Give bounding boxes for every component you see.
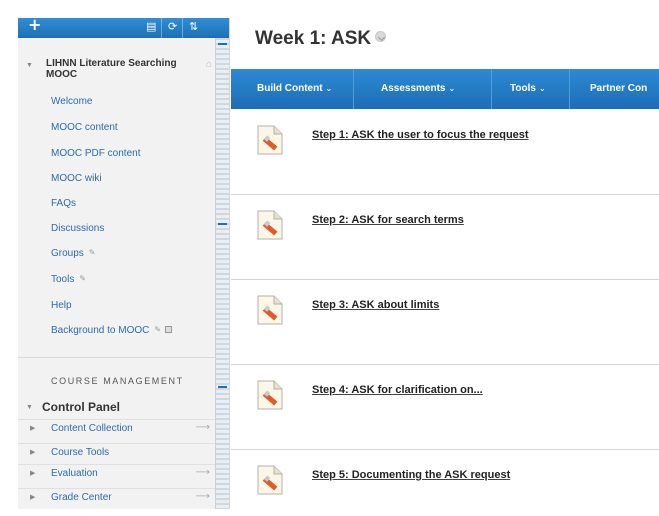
control-panel-item-evaluation[interactable]: ▶ Evaluation ⟶ xyxy=(18,464,216,482)
content-item: Step 1: ASK the user to focus the reques… xyxy=(231,110,659,195)
sidebar-item-label: Groups xyxy=(51,248,84,259)
content-item: Step 5: Documenting the ASK request xyxy=(231,450,659,509)
control-panel-header[interactable]: ▼ Control Panel xyxy=(26,400,216,416)
content-item-link[interactable]: Step 3: ASK about limits xyxy=(312,299,439,311)
chevron-down-icon: ⌄ xyxy=(325,84,333,93)
go-arrow-icon[interactable]: ⟶ xyxy=(196,491,210,502)
action-button-label: Partner Con xyxy=(590,83,648,94)
sidebar-item-label: Background to MOOC xyxy=(51,325,150,336)
course-management-heading: COURSE MANAGEMENT xyxy=(51,376,184,386)
document-icon xyxy=(257,210,283,240)
go-arrow-icon[interactable]: ⟶ xyxy=(196,422,210,433)
sidebar-item-label: Tools xyxy=(51,274,75,285)
document-icon xyxy=(257,125,283,155)
sidebar-item-faqs[interactable]: FAQs xyxy=(51,198,76,209)
control-panel-item-label: Content Collection xyxy=(51,423,133,434)
sidebar-item-label: MOOC wiki xyxy=(51,173,102,184)
sidebar-item-help[interactable]: Help xyxy=(51,300,72,311)
control-panel-item-grade-center[interactable]: ▶ Grade Center ⟶ xyxy=(18,488,216,506)
control-panel-item-label: Grade Center xyxy=(51,492,112,503)
go-arrow-icon[interactable]: ⟶ xyxy=(196,467,210,478)
control-panel-label: Control Panel xyxy=(42,400,121,414)
sidebar-item-label: Discussions xyxy=(51,223,105,234)
expand-arrow-icon[interactable]: ▶ xyxy=(30,448,35,456)
sidebar-item-label: Welcome xyxy=(51,96,93,107)
collapse-arrow-icon[interactable]: ▼ xyxy=(26,60,33,71)
refresh-icon[interactable]: ⟳ xyxy=(168,20,177,33)
home-icon: ⌂ xyxy=(205,59,212,70)
content-area: Week 1: ASK Build Content ⌄ Assessments ⌄ … xyxy=(231,18,659,509)
menu-icon[interactable]: ▤ xyxy=(146,20,156,33)
collapse-arrow-icon[interactable]: ▼ xyxy=(26,404,33,411)
course-title[interactable]: ▼ LIHNN Literature Searching MOOC ⌂ xyxy=(26,58,212,80)
content-item-link[interactable]: Step 5: Documenting the ASK request xyxy=(312,469,510,481)
action-bar: Build Content ⌄ Assessments ⌄ Tools ⌄ Partn… xyxy=(231,69,659,109)
sidebar-item-label: MOOC PDF content xyxy=(51,148,141,159)
page-title-text: Week 1: ASK xyxy=(255,28,372,49)
sidebar-resize-handle[interactable] xyxy=(215,38,229,509)
build-content-button[interactable]: Build Content ⌄ xyxy=(257,69,332,109)
course-menu-sidebar: + ▤ ⟳ ⇅ ▼ LIHNN Literature Searching MOO… xyxy=(18,18,230,509)
content-item: Step 3: ASK about limits xyxy=(231,280,659,365)
course-title-label: LIHNN Literature Searching MOOC xyxy=(46,58,177,80)
sort-icon[interactable]: ⇅ xyxy=(189,20,198,33)
sidebar-item-label: Help xyxy=(51,300,72,311)
square-icon xyxy=(165,326,173,333)
content-item-link[interactable]: Step 1: ASK the user to focus the reques… xyxy=(312,129,529,141)
control-panel-item-course-tools[interactable]: ▶ Course Tools xyxy=(18,443,216,461)
control-panel-item-label: Course Tools xyxy=(51,447,110,458)
sidebar-item-groups[interactable]: Groups ✎ xyxy=(51,248,96,259)
hidden-from-students-icon: ✎ xyxy=(154,325,162,334)
control-panel-item-content-collection[interactable]: ▶ Content Collection ⟶ xyxy=(18,419,216,437)
sidebar-item-mooc-wiki[interactable]: MOOC wiki xyxy=(51,173,102,184)
hidden-from-students-icon: ✎ xyxy=(79,274,87,283)
control-panel-item-label: Evaluation xyxy=(51,468,98,479)
content-item: Step 4: ASK for clarification on... xyxy=(231,365,659,450)
chevron-down-icon: ⌄ xyxy=(448,84,456,93)
document-icon xyxy=(257,465,283,495)
action-button-label: Tools xyxy=(510,83,536,94)
action-button-label: Assessments xyxy=(381,83,446,94)
sidebar-item-tools[interactable]: Tools ✎ xyxy=(51,274,86,285)
expand-arrow-icon[interactable]: ▶ xyxy=(30,493,35,501)
document-icon xyxy=(257,380,283,410)
plus-icon[interactable]: + xyxy=(28,18,41,34)
sidebar-toolbar: + ▤ ⟳ ⇅ xyxy=(18,18,229,38)
sidebar-item-mooc-pdf-content[interactable]: MOOC PDF content xyxy=(51,148,140,159)
sidebar-item-label: MOOC content xyxy=(51,122,118,133)
hidden-from-students-icon: ✎ xyxy=(88,248,96,257)
options-menu-icon[interactable] xyxy=(375,31,387,42)
content-item-link[interactable]: Step 2: ASK for search terms xyxy=(312,214,464,226)
content-item: Step 2: ASK for search terms xyxy=(231,195,659,280)
expand-arrow-icon[interactable]: ▶ xyxy=(30,424,35,432)
action-button-label: Build Content xyxy=(257,83,323,94)
sidebar-item-mooc-content[interactable]: MOOC content xyxy=(51,122,118,133)
tools-button[interactable]: Tools ⌄ xyxy=(510,69,546,109)
assessments-button[interactable]: Assessments ⌄ xyxy=(381,69,455,109)
sidebar-item-discussions[interactable]: Discussions xyxy=(51,223,104,234)
content-item-link[interactable]: Step 4: ASK for clarification on... xyxy=(312,384,483,396)
sidebar-item-label: FAQs xyxy=(51,198,77,209)
divider xyxy=(18,357,216,358)
chevron-down-icon: ⌄ xyxy=(538,84,546,93)
sidebar-item-welcome[interactable]: Welcome xyxy=(51,96,93,107)
document-icon xyxy=(257,295,283,325)
page-title: Week 1: ASK xyxy=(255,28,387,50)
sidebar-item-background-to-mooc[interactable]: Background to MOOC ✎ xyxy=(51,325,173,336)
partner-content-button[interactable]: Partner Con xyxy=(590,69,647,109)
expand-arrow-icon[interactable]: ▶ xyxy=(30,469,35,477)
